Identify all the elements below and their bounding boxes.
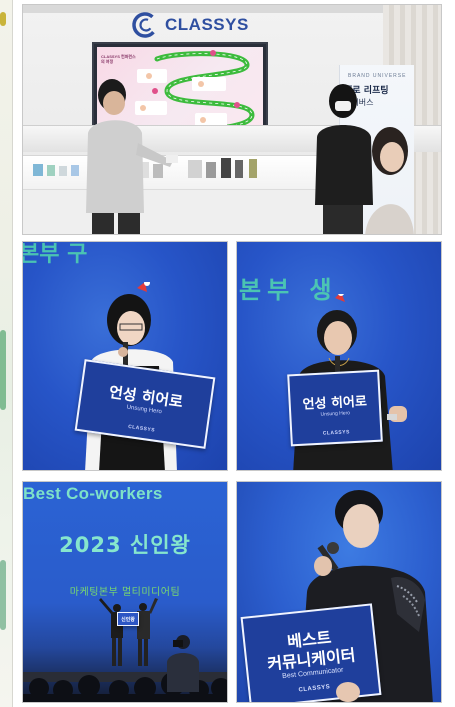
- photo-unsung-hero-1: 본부 구 언성 히어로 Unsung Hero CLASSYS: [22, 241, 228, 471]
- photo-unsung-hero-2: 본부 생 언성 히어로 Unsung Hero CLASSYS: [236, 241, 442, 471]
- hand-holding-sign: [336, 682, 360, 702]
- photo-best-communicator: 베스트 커뮤니케이터 Best Communicator CLASSYS: [236, 481, 442, 703]
- presenter-man: [86, 79, 178, 234]
- stage-screen-team: 마케팅본부 멀티미디어팀: [69, 587, 181, 598]
- award-winners-on-stage: [99, 598, 158, 666]
- photo-showroom-presentation: CLASSYS CLASSYS 컨퍼런스의 여정 BRAND UNIVERSE …: [22, 4, 442, 235]
- photo-rookie-of-the-year: Best Co-workers 2023 신인왕 마케팅본부 멀티미디어팀 신인…: [22, 481, 228, 703]
- logo-text: CLASSYS: [165, 15, 249, 34]
- edge-decoration: [0, 560, 6, 630]
- award-sign-title: 신인왕: [121, 617, 135, 623]
- award-sign-brand: CLASSYS: [322, 429, 351, 437]
- stage-screen-award: 2023 신인왕: [59, 533, 191, 557]
- classys-logo-icon: [132, 12, 158, 38]
- stage-screen-text: 본부 구: [22, 242, 88, 267]
- award-sign: 신인왕: [117, 612, 139, 626]
- host-woman: [315, 84, 373, 234]
- edge-decoration: [0, 12, 6, 26]
- left-edge-image-sliver: [0, 0, 13, 707]
- award-sign: 언성 히어로 Unsung Hero CLASSYS: [287, 369, 383, 447]
- photographer-silhouette: [167, 635, 199, 692]
- classys-logo: CLASSYS: [131, 11, 249, 39]
- edge-decoration: [0, 330, 6, 410]
- stage-screen-title: Best Co-workers: [23, 484, 163, 503]
